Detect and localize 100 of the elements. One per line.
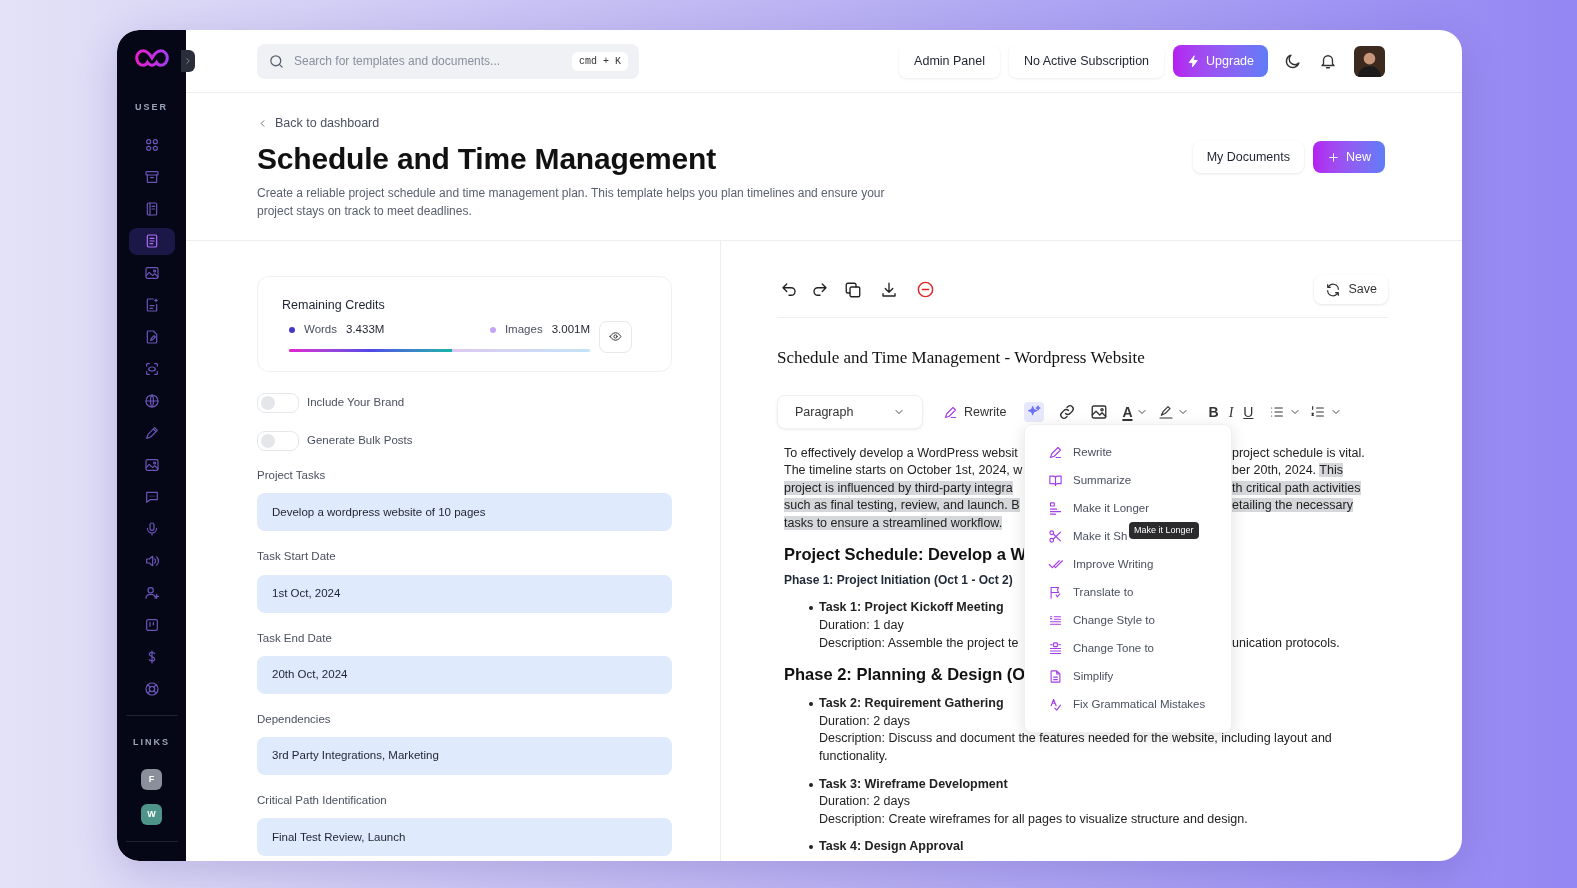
search-input[interactable]: Search for templates and documents... xyxy=(294,52,563,70)
ai-button[interactable] xyxy=(1024,402,1045,422)
expand-handle[interactable] xyxy=(181,50,195,72)
menu-item[interactable]: Make it Longer xyxy=(1048,494,1150,523)
grid-icon xyxy=(143,137,160,153)
image-button[interactable] xyxy=(1090,403,1109,421)
paragraph-select[interactable]: Paragraph xyxy=(777,395,923,429)
task-title: Task 4: Design Approval xyxy=(819,838,964,856)
input-field[interactable]: Develop a wordpress website of 10 pages xyxy=(257,493,672,532)
menu-item[interactable]: Translate to xyxy=(1048,578,1134,607)
menu-item[interactable]: Rewrite xyxy=(1048,438,1112,467)
save-button[interactable]: Save xyxy=(1313,275,1388,304)
menu-item[interactable]: Change Tone to xyxy=(1048,634,1154,663)
highlighter-icon xyxy=(1157,404,1174,420)
logo xyxy=(133,48,170,68)
menu-item[interactable]: Simplify xyxy=(1048,662,1114,691)
scan-icon xyxy=(143,361,160,377)
body-text: Duration: 1 day xyxy=(819,618,904,633)
field-label: Project Tasks xyxy=(257,468,327,483)
menu-item[interactable]: Make it Sh xyxy=(1048,522,1128,551)
undo-button[interactable] xyxy=(780,280,798,299)
body-text: project schedule is vital. xyxy=(1232,445,1365,460)
toggle-switch[interactable] xyxy=(257,393,299,413)
input-field[interactable]: 20th Oct, 2024 xyxy=(257,655,672,694)
download-button[interactable] xyxy=(880,280,898,299)
input-field[interactable]: 1st Oct, 2024 xyxy=(257,574,672,613)
header-button[interactable]: No Active Subscription xyxy=(1009,44,1165,78)
avatar[interactable] xyxy=(1354,45,1385,77)
image-icon xyxy=(1090,403,1109,421)
menu-item[interactable]: Summarize xyxy=(1048,466,1132,495)
spell-check-icon xyxy=(1048,697,1063,712)
remove-button[interactable] xyxy=(916,280,935,299)
body-text: Description: Assemble the project te xyxy=(819,635,1019,650)
new-button[interactable]: New xyxy=(1313,141,1385,173)
link-icon xyxy=(1058,403,1077,421)
style-lines-icon xyxy=(1048,613,1063,628)
numbered-list-icon xyxy=(1310,404,1327,420)
body-text: such as final testing, review, and launch. B xyxy=(784,498,1020,513)
menu-item[interactable]: Fix Grammatical Mistakes xyxy=(1048,690,1206,719)
board-icon xyxy=(143,617,160,633)
book-icon xyxy=(1048,473,1063,488)
body-text: Description: Create wireframes for all pages to visualize structure and design. xyxy=(819,811,1248,826)
download-icon xyxy=(880,280,898,299)
highlight-button[interactable] xyxy=(1157,404,1189,420)
body-text: Duration: 2 days xyxy=(819,713,911,728)
back-link[interactable]: Back to dashboard xyxy=(257,114,1193,133)
format-button[interactable]: U xyxy=(1243,401,1254,423)
numbered-list-button[interactable] xyxy=(1310,404,1343,420)
chat-icon xyxy=(143,489,160,505)
format-button[interactable]: I xyxy=(1228,401,1234,423)
rewrite-button[interactable]: Rewrite xyxy=(943,402,1007,422)
task-title: Task 3: Wireframe Development xyxy=(819,775,1008,793)
image-icon xyxy=(143,265,160,281)
sidebar-item[interactable] xyxy=(128,227,175,255)
section-label: USER xyxy=(135,101,168,114)
body-text: To effectively develop a WordPress websit xyxy=(784,445,1018,460)
shortcut-hint: cmd + K xyxy=(572,51,628,71)
document-heading: Phase 2: Planning & Design (O xyxy=(784,664,1026,686)
page-description: Create a reliable project schedule and time management plan. This template helps you plan timelines and ensure your project stays on track to meet deadlines. xyxy=(257,184,885,220)
pencil-icon xyxy=(1048,445,1063,460)
redo-button[interactable] xyxy=(811,280,829,299)
format-button[interactable]: B xyxy=(1208,401,1219,423)
text-color-button[interactable]: A xyxy=(1122,401,1148,423)
user-plus-icon xyxy=(143,585,160,601)
input-field[interactable]: 3rd Party Integrations, Marketing xyxy=(257,737,672,775)
undo-icon xyxy=(780,280,798,299)
page-title: Schedule and Time Management xyxy=(257,140,717,177)
my-documents-button[interactable]: My Documents xyxy=(1192,141,1304,173)
body-text: ber 20th, 2024. xyxy=(1232,463,1318,478)
header-button[interactable]: Admin Panel xyxy=(899,44,1000,78)
section-label: LINKS xyxy=(133,735,170,749)
tooltip: Make it Longer xyxy=(1129,521,1199,539)
body-text: etailing the necessary xyxy=(1232,498,1353,513)
copy-button[interactable] xyxy=(844,280,862,299)
input-field[interactable]: Final Test Review, Launch xyxy=(257,818,672,857)
archive-icon xyxy=(143,169,160,185)
copy-icon xyxy=(844,280,862,299)
body-text: Description: Discuss and document the features needed for the website, including layout and functionality. xyxy=(819,731,1332,764)
card-title: Remaining Credits xyxy=(282,297,386,314)
link-button[interactable] xyxy=(1058,403,1077,421)
body-text: This xyxy=(1319,463,1343,478)
document-subheading: Phase 1: Project Initiation (Oct 1 - Oct 2) xyxy=(784,572,1014,590)
toggle-switch[interactable] xyxy=(257,431,299,451)
credit-label: Images xyxy=(504,322,543,338)
link-avatar[interactable]: W xyxy=(141,804,162,825)
scissors-icon xyxy=(1048,529,1063,544)
menu-item[interactable]: Improve Writing xyxy=(1048,550,1154,579)
show-credits-button[interactable] xyxy=(599,320,632,353)
document-title: Schedule and Time Management - Wordpress Website xyxy=(777,347,1146,369)
plus-icon xyxy=(1327,150,1340,164)
credit-value: 3.001M xyxy=(551,322,590,338)
field-label: Critical Path Identification xyxy=(257,793,388,808)
menu-item[interactable]: Change Style to xyxy=(1048,606,1155,635)
toggle-label: Include Your Brand xyxy=(307,395,405,411)
flag-icon xyxy=(1048,585,1063,600)
field-label: Task End Date xyxy=(257,630,333,646)
notifications-button[interactable] xyxy=(1319,52,1337,70)
bullet-list-button[interactable] xyxy=(1269,404,1302,420)
upgrade-button[interactable]: Upgrade xyxy=(1173,45,1268,77)
search-field[interactable]: Search for templates and documents... cmd + K xyxy=(257,43,639,79)
